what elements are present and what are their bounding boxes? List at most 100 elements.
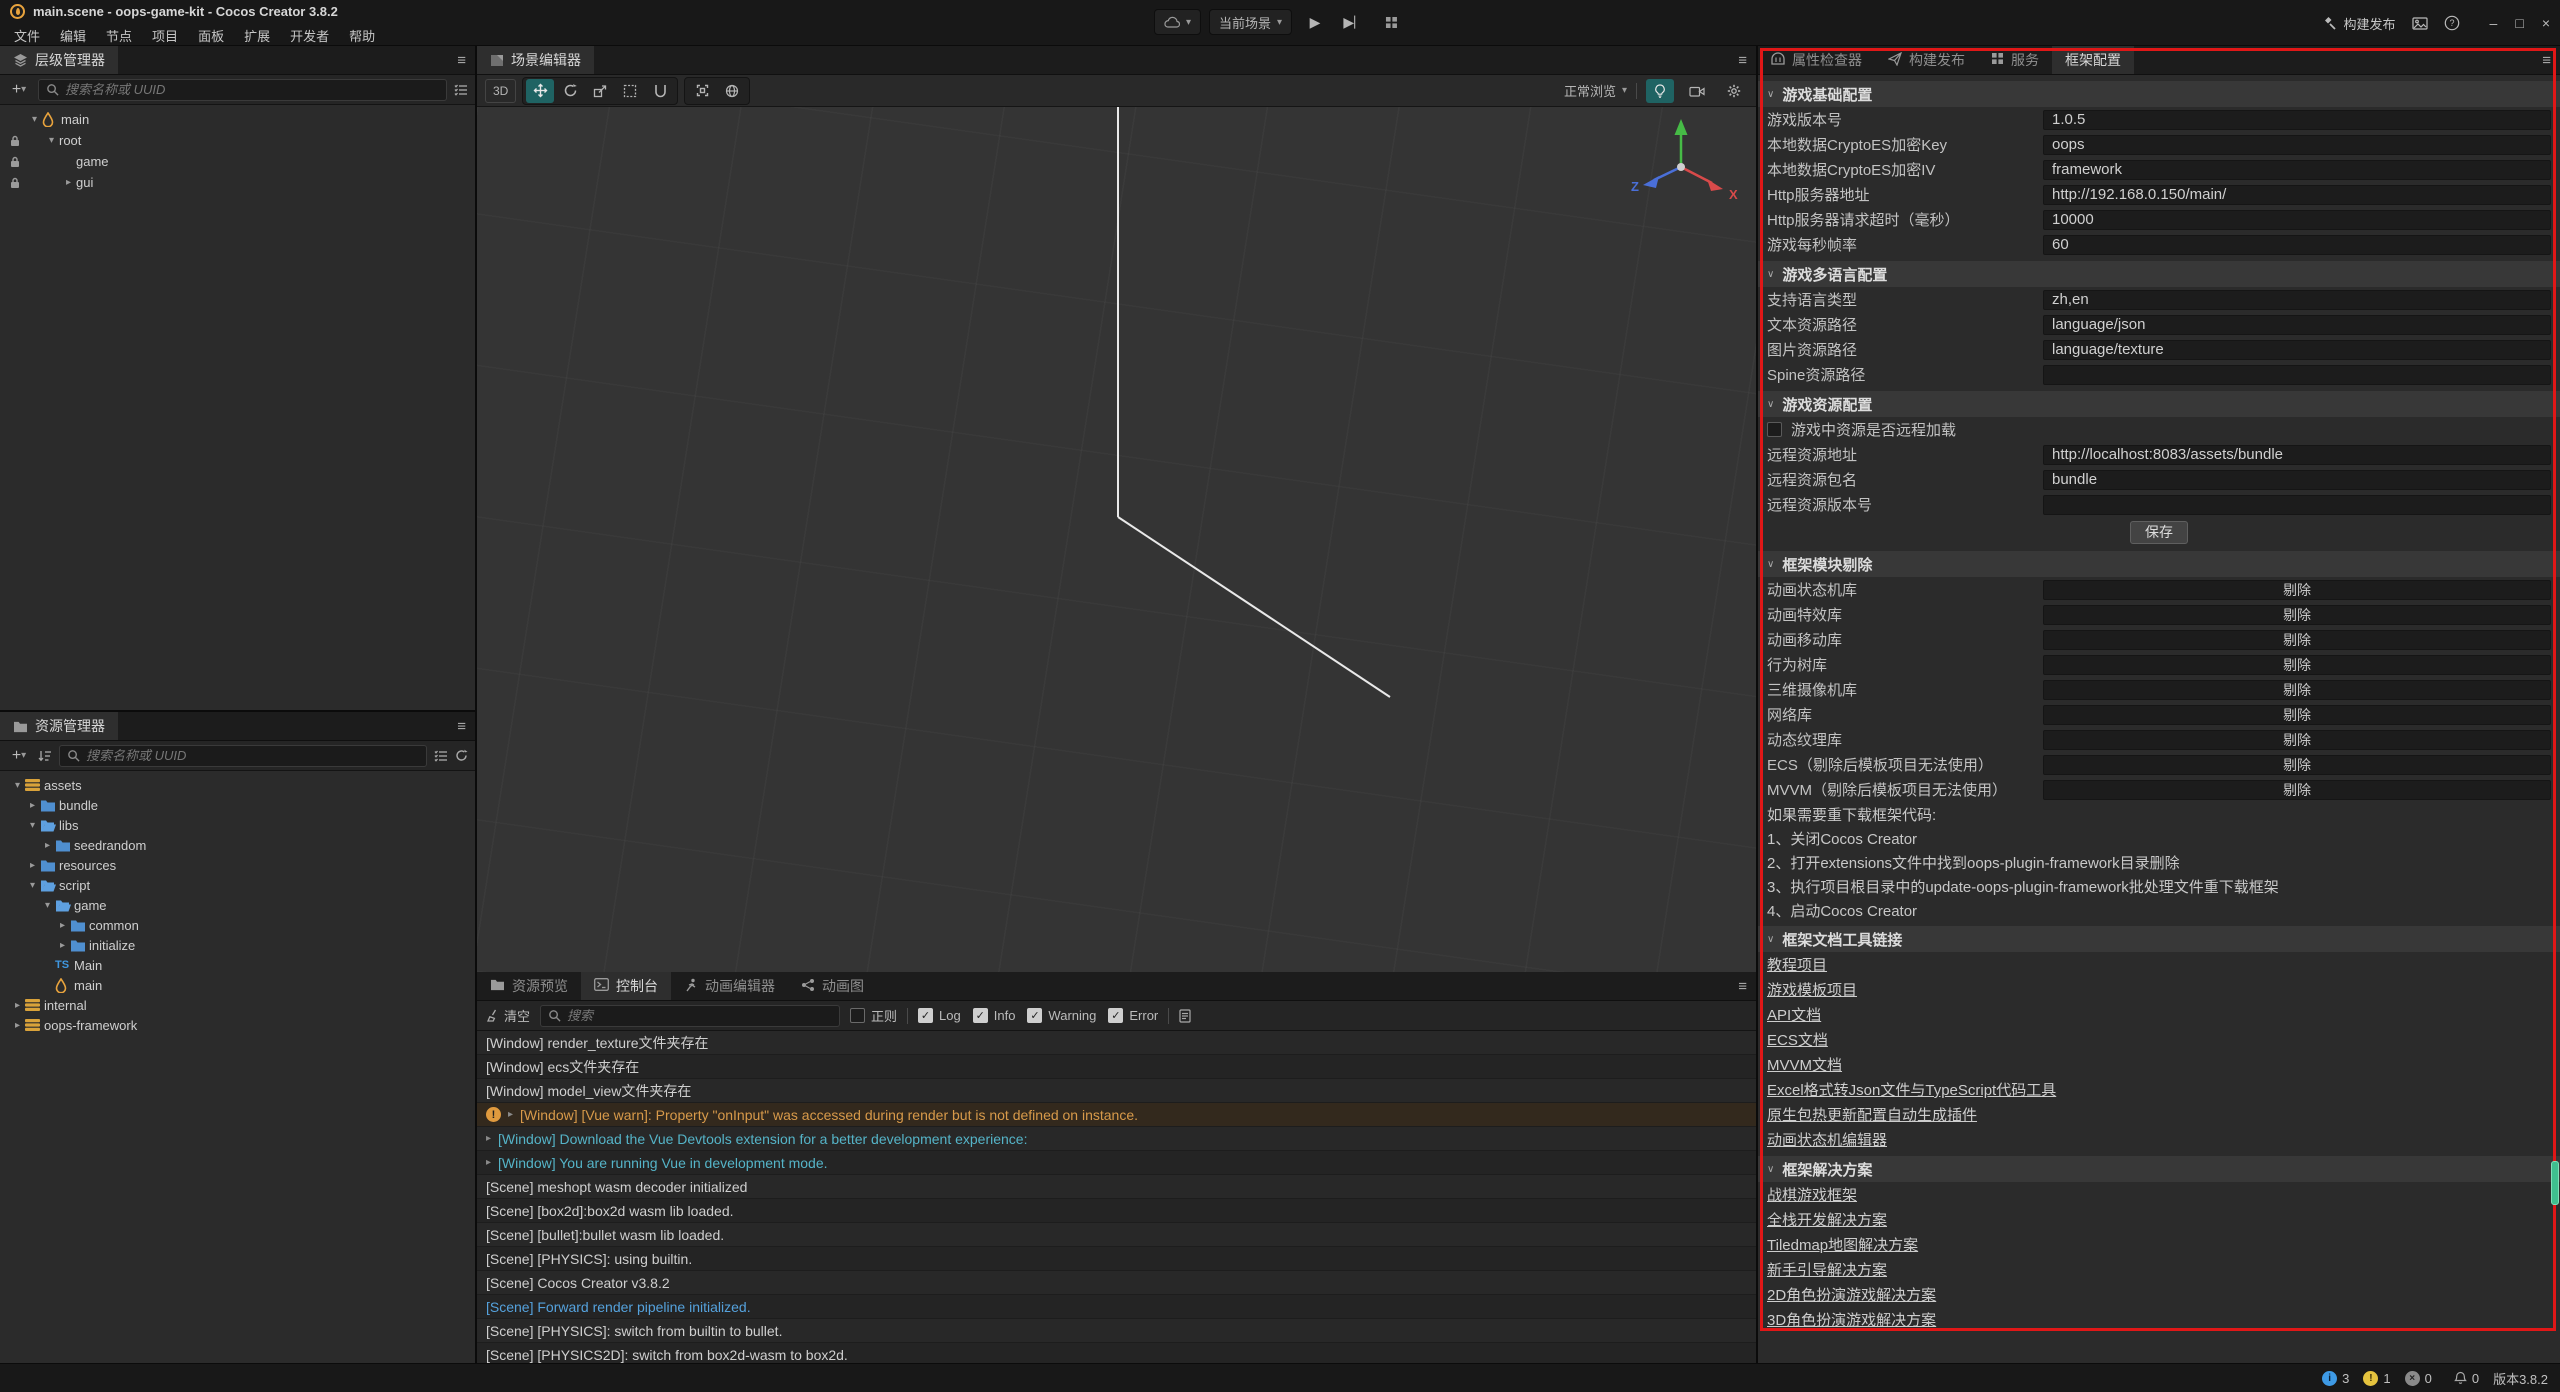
mode-3d-toggle[interactable]: 3D xyxy=(485,79,516,103)
tab-hierarchy[interactable]: 层级管理器 xyxy=(0,46,118,74)
assets-search-input[interactable] xyxy=(86,748,419,763)
hierarchy-search-input[interactable] xyxy=(65,82,439,97)
tree-expand-icon[interactable]: ▸ xyxy=(61,177,76,188)
assets-filter-icon[interactable] xyxy=(434,750,448,762)
section-header-框架文档工具链接[interactable]: ∨框架文档工具链接 xyxy=(1758,926,2560,952)
tab-属性检查器[interactable]: 属性检查器 xyxy=(1758,46,1875,74)
tree-expand-icon[interactable]: ▸ xyxy=(10,1000,25,1011)
tree-expand-icon[interactable]: ▾ xyxy=(27,114,42,125)
tab-动画编辑器[interactable]: 动画编辑器 xyxy=(671,972,788,1000)
asset-node-script[interactable]: ▾script xyxy=(0,875,475,895)
console-message[interactable]: ▸[Window] You are running Vue in develop… xyxy=(477,1151,1756,1175)
asset-node-main[interactable]: main xyxy=(0,975,475,995)
doc-link[interactable]: Tiledmap地图解决方案 xyxy=(1758,1232,2560,1257)
scene-menu-icon[interactable]: ≡ xyxy=(1728,52,1756,69)
tab-服务[interactable]: 服务 xyxy=(1978,46,2052,74)
minimize-button[interactable]: – xyxy=(2490,15,2498,31)
menubar-item[interactable]: 面板 xyxy=(188,23,234,48)
log-file-button[interactable] xyxy=(1179,1009,1191,1023)
expand-chevron-icon[interactable]: ▸ xyxy=(508,1109,513,1120)
doc-link[interactable]: 游戏模板项目 xyxy=(1758,977,2560,1002)
rect-tool-button[interactable] xyxy=(616,79,644,103)
menubar-item[interactable]: 扩展 xyxy=(234,23,280,48)
asset-node-assets[interactable]: ▾assets xyxy=(0,775,475,795)
field-input-游戏每秒帧率[interactable] xyxy=(2043,235,2551,255)
tree-expand-icon[interactable]: ▾ xyxy=(10,780,25,791)
hierarchy-node-game[interactable]: game xyxy=(0,151,475,172)
field-input-Http服务器请求超时（毫秒）[interactable] xyxy=(2043,210,2551,230)
tab-动画图[interactable]: 动画图 xyxy=(788,972,877,1000)
tree-expand-icon[interactable]: ▸ xyxy=(55,940,70,951)
maximize-button[interactable]: □ xyxy=(2515,15,2523,31)
warning-count[interactable]: ! 1 xyxy=(2363,1371,2390,1386)
menubar-item[interactable]: 帮助 xyxy=(339,23,385,48)
create-node-button[interactable]: +▾ xyxy=(7,81,31,99)
hierarchy-node-main[interactable]: ▾main xyxy=(0,109,475,130)
section-header-游戏资源配置[interactable]: ∨游戏资源配置 xyxy=(1758,391,2560,417)
coordinate-space-button[interactable] xyxy=(718,79,746,103)
pivot-tool-button[interactable] xyxy=(688,79,716,103)
view-mode-dropdown[interactable]: 正常浏览 ▾ xyxy=(1564,81,1627,100)
doc-link[interactable]: 3D角色扮演游戏解决方案 xyxy=(1758,1307,2560,1332)
snap-tool-button[interactable] xyxy=(646,79,674,103)
strip-module-button[interactable]: 剔除 xyxy=(2043,755,2551,775)
hierarchy-filter-icon[interactable] xyxy=(454,84,468,96)
asset-node-seedrandom[interactable]: ▸seedrandom xyxy=(0,835,475,855)
error-count[interactable]: × 0 xyxy=(2405,1371,2432,1386)
doc-link[interactable]: Excel格式转Json文件与TypeScript代码工具 xyxy=(1758,1077,2560,1102)
field-input-本地数据CryptoES加密Key[interactable] xyxy=(2043,135,2551,155)
menubar-item[interactable]: 节点 xyxy=(96,23,142,48)
field-input-远程资源包名[interactable] xyxy=(2043,470,2551,490)
tab-scene-editor[interactable]: 场景编辑器 xyxy=(477,46,594,74)
layout-grid-button[interactable] xyxy=(1376,9,1406,35)
scale-tool-button[interactable] xyxy=(586,79,614,103)
menubar-item[interactable]: 开发者 xyxy=(280,23,339,48)
doc-link[interactable]: 全栈开发解决方案 xyxy=(1758,1207,2560,1232)
console-search[interactable] xyxy=(540,1005,840,1027)
scene-select-dropdown[interactable]: 当前场景 ▾ xyxy=(1209,9,1292,35)
asset-node-internal[interactable]: ▸internal xyxy=(0,995,475,1015)
console-message[interactable]: !▸[Window] [Vue warn]: Property "onInput… xyxy=(477,1103,1756,1127)
save-button[interactable]: 保存 xyxy=(2130,521,2188,544)
expand-chevron-icon[interactable]: ▸ xyxy=(486,1133,491,1144)
field-input-本地数据CryptoES加密IV[interactable] xyxy=(2043,160,2551,180)
refresh-assets-icon[interactable] xyxy=(455,749,468,762)
tab-资源预览[interactable]: 资源预览 xyxy=(477,972,581,1000)
move-tool-button[interactable] xyxy=(526,79,554,103)
asset-node-libs[interactable]: ▾libs xyxy=(0,815,475,835)
asset-node-Main[interactable]: TSMain xyxy=(0,955,475,975)
tree-expand-icon[interactable]: ▾ xyxy=(40,900,55,911)
field-input-远程资源版本号[interactable] xyxy=(2043,495,2551,515)
doc-link[interactable]: API文档 xyxy=(1758,1002,2560,1027)
doc-link[interactable]: 战棋游戏框架 xyxy=(1758,1182,2560,1207)
doc-link[interactable]: 原生包热更新配置自动生成插件 xyxy=(1758,1102,2560,1127)
menubar-item[interactable]: 项目 xyxy=(142,23,188,48)
create-asset-button[interactable]: +▾ xyxy=(7,747,31,765)
strip-module-button[interactable]: 剔除 xyxy=(2043,780,2551,800)
section-header-框架模块剔除[interactable]: ∨框架模块剔除 xyxy=(1758,551,2560,577)
tree-expand-icon[interactable]: ▸ xyxy=(40,840,55,851)
clear-console-button[interactable]: 清空 xyxy=(486,1006,530,1025)
strip-module-button[interactable]: 剔除 xyxy=(2043,630,2551,650)
section-header-游戏多语言配置[interactable]: ∨游戏多语言配置 xyxy=(1758,261,2560,287)
hierarchy-search[interactable] xyxy=(38,79,447,101)
strip-module-button[interactable]: 剔除 xyxy=(2043,730,2551,750)
tree-expand-icon[interactable]: ▸ xyxy=(10,1020,25,1031)
hierarchy-menu-icon[interactable]: ≡ xyxy=(447,52,475,69)
section-header-框架解决方案[interactable]: ∨框架解决方案 xyxy=(1758,1156,2560,1182)
console-menu-icon[interactable]: ≡ xyxy=(1728,978,1756,995)
tree-expand-icon[interactable]: ▾ xyxy=(44,135,59,146)
menubar-item[interactable]: 文件 xyxy=(4,23,50,48)
regex-checkbox[interactable]: 正则 xyxy=(850,1006,897,1025)
asset-node-initialize[interactable]: ▸initialize xyxy=(0,935,475,955)
console-message[interactable]: ▸[Window] Download the Vue Devtools exte… xyxy=(477,1127,1756,1151)
doc-link[interactable]: MVVM文档 xyxy=(1758,1052,2560,1077)
rotate-tool-button[interactable] xyxy=(556,79,584,103)
step-button[interactable]: ▶▏ xyxy=(1338,9,1368,35)
tree-expand-icon[interactable]: ▾ xyxy=(25,820,40,831)
assets-menu-icon[interactable]: ≡ xyxy=(447,718,475,735)
doc-link[interactable]: 动画状态机编辑器 xyxy=(1758,1127,2560,1152)
hierarchy-node-gui[interactable]: ▸gui xyxy=(0,172,475,193)
close-button[interactable]: × xyxy=(2542,15,2550,31)
strip-module-button[interactable]: 剔除 xyxy=(2043,605,2551,625)
